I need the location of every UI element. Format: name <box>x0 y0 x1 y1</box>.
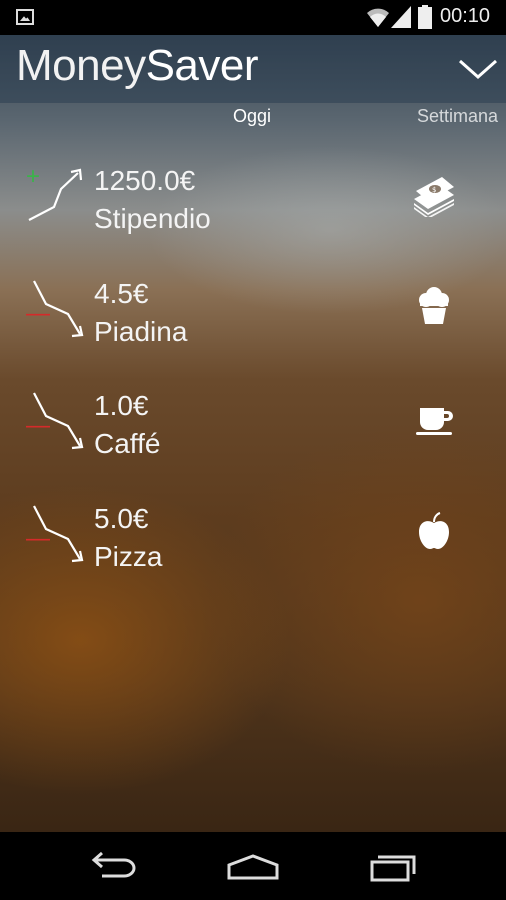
app-title-light: Money <box>16 41 146 90</box>
status-time: 00:10 <box>440 5 491 27</box>
money-stack-icon: $ <box>414 177 454 217</box>
trend-down-icon <box>33 280 84 338</box>
list-item[interactable]: — 1.0€ Caffé <box>0 390 506 500</box>
home-icon[interactable] <box>223 848 283 884</box>
app-title-bold: Saver <box>145 41 259 90</box>
wifi-icon <box>367 8 389 27</box>
battery-icon <box>418 5 432 29</box>
cupcake-icon <box>419 287 449 324</box>
entry-amount: 5.0€ <box>94 503 149 534</box>
tab-oggi[interactable]: Oggi <box>233 106 271 127</box>
entry-amount: 1.0€ <box>94 390 149 421</box>
entry-label: Piadina <box>94 316 188 347</box>
gallery-icon <box>16 9 34 25</box>
app-bar: MoneySaver <box>0 35 506 103</box>
tab-settimana[interactable]: Settimana <box>417 106 498 127</box>
trend-down-icon <box>33 392 84 450</box>
trend-up-icon <box>28 168 83 221</box>
coffee-cup-icon <box>416 408 453 435</box>
recent-apps-icon[interactable] <box>364 848 424 884</box>
entry-label: Stipendio <box>94 203 211 234</box>
apple-icon <box>419 512 449 549</box>
app-screen: 00:10 MoneySaver Oggi Settimana + 1250.0… <box>0 0 506 900</box>
back-icon[interactable] <box>82 848 142 884</box>
trend-down-icon <box>33 505 84 563</box>
chevron-down-icon[interactable] <box>458 55 498 83</box>
svg-text:$: $ <box>432 186 436 194</box>
list-item[interactable]: + 1250.0€ Stipendio $ <box>0 163 506 275</box>
status-bar: 00:10 <box>0 0 506 35</box>
entry-label: Caffé <box>94 428 161 459</box>
tab-strip: Oggi Settimana <box>0 104 506 132</box>
entry-label: Pizza <box>94 541 163 572</box>
list-item[interactable]: — 5.0€ Pizza <box>0 503 506 613</box>
app-title: MoneySaver <box>16 41 259 91</box>
signal-icon <box>391 6 411 28</box>
entry-amount: 4.5€ <box>94 278 149 309</box>
navigation-bar <box>0 832 506 900</box>
entry-amount: 1250.0€ <box>94 165 196 196</box>
list-item[interactable]: — 4.5€ Piadina <box>0 278 506 388</box>
